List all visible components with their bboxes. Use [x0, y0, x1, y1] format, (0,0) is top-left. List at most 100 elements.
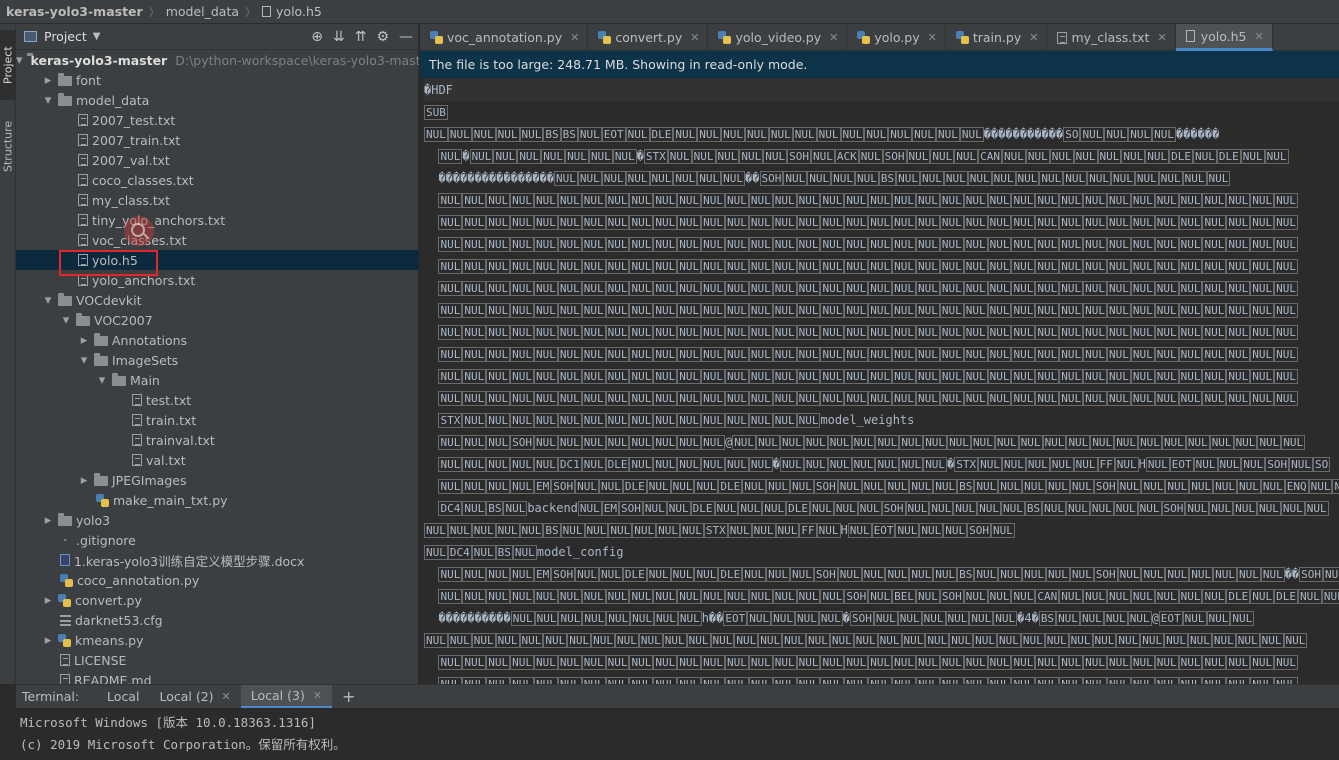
chevron-down-icon[interactable]: ▾: [96, 373, 108, 388]
locate-file-icon[interactable]: ⊕: [311, 29, 323, 45]
chevron-right-icon[interactable]: ▸: [42, 73, 54, 88]
tree-item[interactable]: test.txt: [16, 390, 419, 410]
folder-icon: [58, 73, 72, 86]
chevron-down-icon[interactable]: ▾: [78, 353, 90, 368]
collapse-all-icon[interactable]: ⇈: [355, 29, 367, 45]
tree-item[interactable]: my_class.txt: [16, 190, 419, 210]
editor-tab[interactable]: yolo.h5 ✕: [1175, 24, 1273, 51]
editor-line: NULNULNULNULNULNULNULNULNULNULNULNULNULN…: [438, 215, 1298, 230]
tree-item-label: .gitignore: [76, 532, 136, 548]
editor-tab[interactable]: my_class.txt ✕: [1047, 24, 1176, 51]
tree-item[interactable]: 2007_test.txt: [16, 110, 419, 130]
tree-item[interactable]: 2007_val.txt: [16, 150, 419, 170]
close-icon[interactable]: ✕: [1157, 31, 1166, 44]
tree-item[interactable]: ▸ kmeans.py: [16, 630, 419, 650]
project-view-selector[interactable]: Project: [44, 29, 87, 44]
chevron-down-icon[interactable]: ▼: [93, 31, 101, 42]
project-tool-tab[interactable]: Project: [0, 30, 16, 100]
text-file-icon: [132, 414, 142, 426]
tree-item[interactable]: val.txt: [16, 450, 419, 470]
chevron-down-icon[interactable]: ▾: [16, 53, 23, 68]
tree-item[interactable]: ▸ JPEGImages: [16, 470, 419, 490]
tree-item[interactable]: ▸ yolo3: [16, 510, 419, 530]
python-file-icon: [60, 573, 73, 587]
editor-tab[interactable]: yolo_video.py ✕: [708, 24, 848, 51]
tree-item[interactable]: ▾ VOCdevkit: [16, 290, 419, 310]
close-icon[interactable]: ✕: [1255, 30, 1264, 43]
chevron-right-icon[interactable]: ▸: [42, 593, 54, 608]
new-terminal-icon[interactable]: +: [342, 687, 355, 706]
tree-item-label: yolo3: [76, 512, 111, 528]
breadcrumb-folder[interactable]: model_data: [166, 4, 239, 19]
editor-tab[interactable]: voc_annotation.py ✕: [420, 24, 589, 51]
tree-item[interactable]: ▾ keras-yolo3-master D:\python-workspace\k…: [16, 50, 419, 70]
text-file-icon: [132, 454, 142, 466]
expand-all-icon[interactable]: ⇊: [333, 29, 345, 45]
chevron-right-icon[interactable]: ▸: [42, 513, 54, 528]
project-tree: ▾ keras-yolo3-master D:\python-workspace\k…: [16, 50, 419, 684]
project-panel-header: Project ▼ ⊕ ⇊ ⇈ ⚙ —: [16, 24, 419, 50]
tree-item[interactable]: ▾ Main: [16, 370, 419, 390]
tree-item[interactable]: README.md: [16, 670, 419, 684]
breadcrumb-project[interactable]: keras-yolo3-master: [6, 4, 143, 19]
terminal-tab[interactable]: Local (3) ✕: [240, 684, 333, 709]
tree-item-label: JPEGImages: [112, 472, 187, 488]
close-icon[interactable]: ✕: [570, 31, 579, 44]
tree-item[interactable]: ▾ VOC2007: [16, 310, 419, 330]
chevron-right-icon[interactable]: ▸: [78, 333, 90, 348]
tree-item[interactable]: coco_annotation.py: [16, 570, 419, 590]
tree-item-label: 2007_test.txt: [92, 112, 176, 128]
structure-tool-tab[interactable]: Structure: [0, 106, 16, 186]
tree-item[interactable]: trainval.txt: [16, 430, 419, 450]
editor-line: ���������������� NUL NUL NUL NUL NUL NUL NUL NUL…: [424, 171, 1231, 186]
tree-item[interactable]: .gitignore: [16, 529, 419, 550]
close-icon[interactable]: ✕: [928, 31, 937, 44]
tree-item[interactable]: ▾ model_data: [16, 90, 419, 110]
terminal-tab[interactable]: Local: [97, 685, 149, 709]
chevron-right-icon[interactable]: ▸: [78, 473, 90, 488]
tree-item[interactable]: ▸ Annotations: [16, 330, 419, 350]
editor-line: NULNULNULNULNULNULNULNULNULNULNULNULNULN…: [438, 325, 1298, 340]
minimize-icon[interactable]: —: [399, 29, 413, 45]
close-icon[interactable]: ✕: [313, 689, 322, 702]
tree-item[interactable]: tiny_yolo_anchors.txt: [16, 210, 419, 230]
chevron-right-icon[interactable]: ▸: [42, 633, 54, 648]
tree-item[interactable]: ▸ convert.py: [16, 590, 419, 610]
editor-content[interactable]: �HDF SUB NUL NUL NUL NUL NUL BS BS NUL EOT NUL DLE NU…: [420, 78, 1339, 684]
breadcrumb-file[interactable]: yolo.h5: [276, 4, 322, 19]
tree-item[interactable]: LICENSE: [16, 650, 419, 670]
tree-item-label: convert.py: [75, 592, 142, 608]
python-file-icon: [430, 31, 443, 44]
editor-tab[interactable]: yolo.py ✕: [847, 24, 946, 51]
tree-item[interactable]: ▾ ImageSets: [16, 350, 419, 370]
chevron-down-icon[interactable]: ▾: [42, 93, 54, 108]
terminal-output[interactable]: Microsoft Windows [版本 10.0.18363.1316] (…: [16, 708, 1339, 760]
editor-line: NUL NUL NUL SOH NUL NUL NUL NUL NUL NUL NUL NUL @ NUL…: [438, 435, 1306, 450]
navigation-breadcrumb: keras-yolo3-master 〉 model_data 〉 yolo.h…: [0, 0, 1339, 24]
tree-item[interactable]: ▸ font: [16, 70, 419, 90]
tree-item[interactable]: voc_classes.txt: [16, 230, 419, 250]
editor-tab[interactable]: train.py ✕: [946, 24, 1048, 51]
chevron-down-icon[interactable]: ▾: [60, 313, 72, 328]
editor-line: NUL � NUL NUL NUL NUL NUL NUL NUL � STX NUL NUL NUL NU…: [438, 149, 1289, 164]
gear-icon[interactable]: ⚙: [376, 29, 389, 45]
highlight-box: [59, 250, 158, 276]
tree-item[interactable]: coco_classes.txt: [16, 170, 419, 190]
tree-item[interactable]: 2007_train.txt: [16, 130, 419, 150]
editor-line: NUL NUL NUL NUL EM SOH NUL NUL DLE NUL NUL NUL DLE NU…: [424, 475, 1339, 497]
editor-tab-label: yolo_video.py: [735, 30, 822, 45]
chevron-down-icon[interactable]: ▾: [42, 293, 54, 308]
close-icon[interactable]: ✕: [690, 31, 699, 44]
close-icon[interactable]: ✕: [829, 31, 838, 44]
config-file-icon: [60, 614, 71, 626]
python-file-icon: [58, 633, 71, 647]
close-icon[interactable]: ✕: [222, 690, 231, 703]
folder-icon: [58, 293, 72, 306]
tree-item[interactable]: 1.keras-yolo3训练自定义模型步骤.docx: [16, 550, 419, 570]
terminal-tab[interactable]: Local (2) ✕: [149, 685, 240, 709]
tree-item[interactable]: train.txt: [16, 410, 419, 430]
tree-item[interactable]: make_main_txt.py: [16, 490, 419, 510]
close-icon[interactable]: ✕: [1029, 31, 1038, 44]
editor-tab[interactable]: convert.py ✕: [588, 24, 709, 51]
tree-item[interactable]: darknet53.cfg: [16, 610, 419, 630]
